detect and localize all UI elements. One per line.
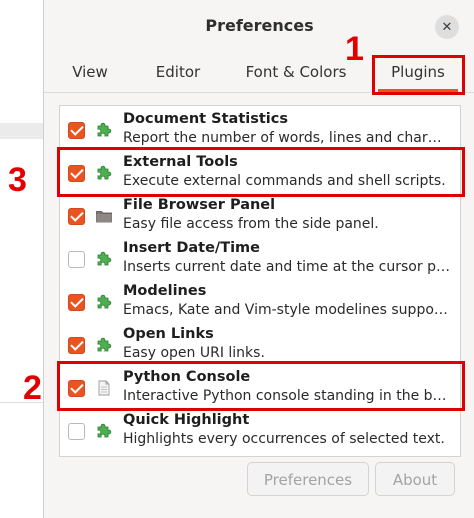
tab-font-colors[interactable]: Font & Colors: [237, 54, 355, 92]
close-button[interactable]: ✕: [435, 15, 459, 39]
plugin-description: Report the number of words, lines and ch…: [123, 130, 442, 146]
plugin-row-document-statistics[interactable]: Document Statistics Report the number of…: [60, 108, 460, 151]
plugin-name: File Browser Panel: [123, 197, 276, 213]
puzzle-icon: [97, 251, 112, 266]
tab-label: View: [72, 63, 108, 81]
close-icon: ✕: [441, 19, 453, 35]
plugin-description: Highlights every occurrences of selected…: [123, 431, 445, 447]
button-label: Preferences: [263, 471, 353, 489]
plugin-row-open-links[interactable]: Open Links Easy open URI links.: [60, 323, 460, 366]
callout-number-2: 2: [23, 369, 42, 407]
callout-plugins-tab: [372, 55, 465, 95]
folder-icon: [96, 211, 112, 223]
plugin-checkbox[interactable]: [68, 122, 85, 139]
button-label: About: [392, 471, 438, 489]
tab-editor[interactable]: Editor: [142, 54, 214, 92]
tab-label: Editor: [155, 63, 201, 81]
plugin-row-quick-highlight[interactable]: Quick Highlight Highlights every occurre…: [60, 409, 460, 452]
puzzle-icon: [97, 423, 112, 438]
plugin-checkbox[interactable]: [68, 423, 85, 440]
plugin-about-button[interactable]: About: [375, 462, 455, 496]
plugin-description: Inserts current date and time at the cur…: [123, 259, 450, 275]
callout-external-tools: [57, 147, 465, 197]
plugin-checkbox[interactable]: [68, 294, 85, 311]
dialog-button-bar: Preferences About: [44, 462, 474, 502]
plugin-row-modelines[interactable]: Modelines Emacs, Kate and Vim-style mode…: [60, 280, 460, 323]
title-bar: Preferences ✕: [44, 0, 474, 54]
plugin-name: Quick Highlight: [123, 412, 250, 428]
puzzle-icon: [97, 294, 112, 309]
puzzle-icon: [97, 337, 112, 352]
plugin-row-insert-date-time[interactable]: Insert Date/Time Inserts current date an…: [60, 237, 460, 280]
tab-label: Font & Colors: [245, 63, 347, 81]
plugin-name: Open Links: [123, 326, 214, 342]
plugin-checkbox[interactable]: [68, 251, 85, 268]
plugin-description: Easy open URI links.: [123, 345, 265, 361]
callout-number-1: 1: [345, 30, 364, 68]
dialog-title: Preferences: [205, 16, 314, 35]
plugin-row-file-browser-panel[interactable]: File Browser Panel Easy file access from…: [60, 194, 460, 237]
plugin-name: Insert Date/Time: [123, 240, 260, 256]
plugin-description: Easy file access from the side panel.: [123, 216, 379, 232]
plugin-name: Modelines: [123, 283, 207, 299]
plugin-checkbox[interactable]: [68, 208, 85, 225]
plugin-name: Document Statistics: [123, 111, 288, 127]
callout-python-console: [57, 361, 465, 411]
plugin-preferences-button[interactable]: Preferences: [247, 462, 369, 496]
plugin-description: Emacs, Kate and Vim-style modelines supp…: [123, 302, 448, 318]
plugin-checkbox[interactable]: [68, 337, 85, 354]
tab-view[interactable]: View: [58, 54, 122, 92]
callout-number-3: 3: [8, 161, 27, 199]
puzzle-icon: [97, 122, 112, 137]
